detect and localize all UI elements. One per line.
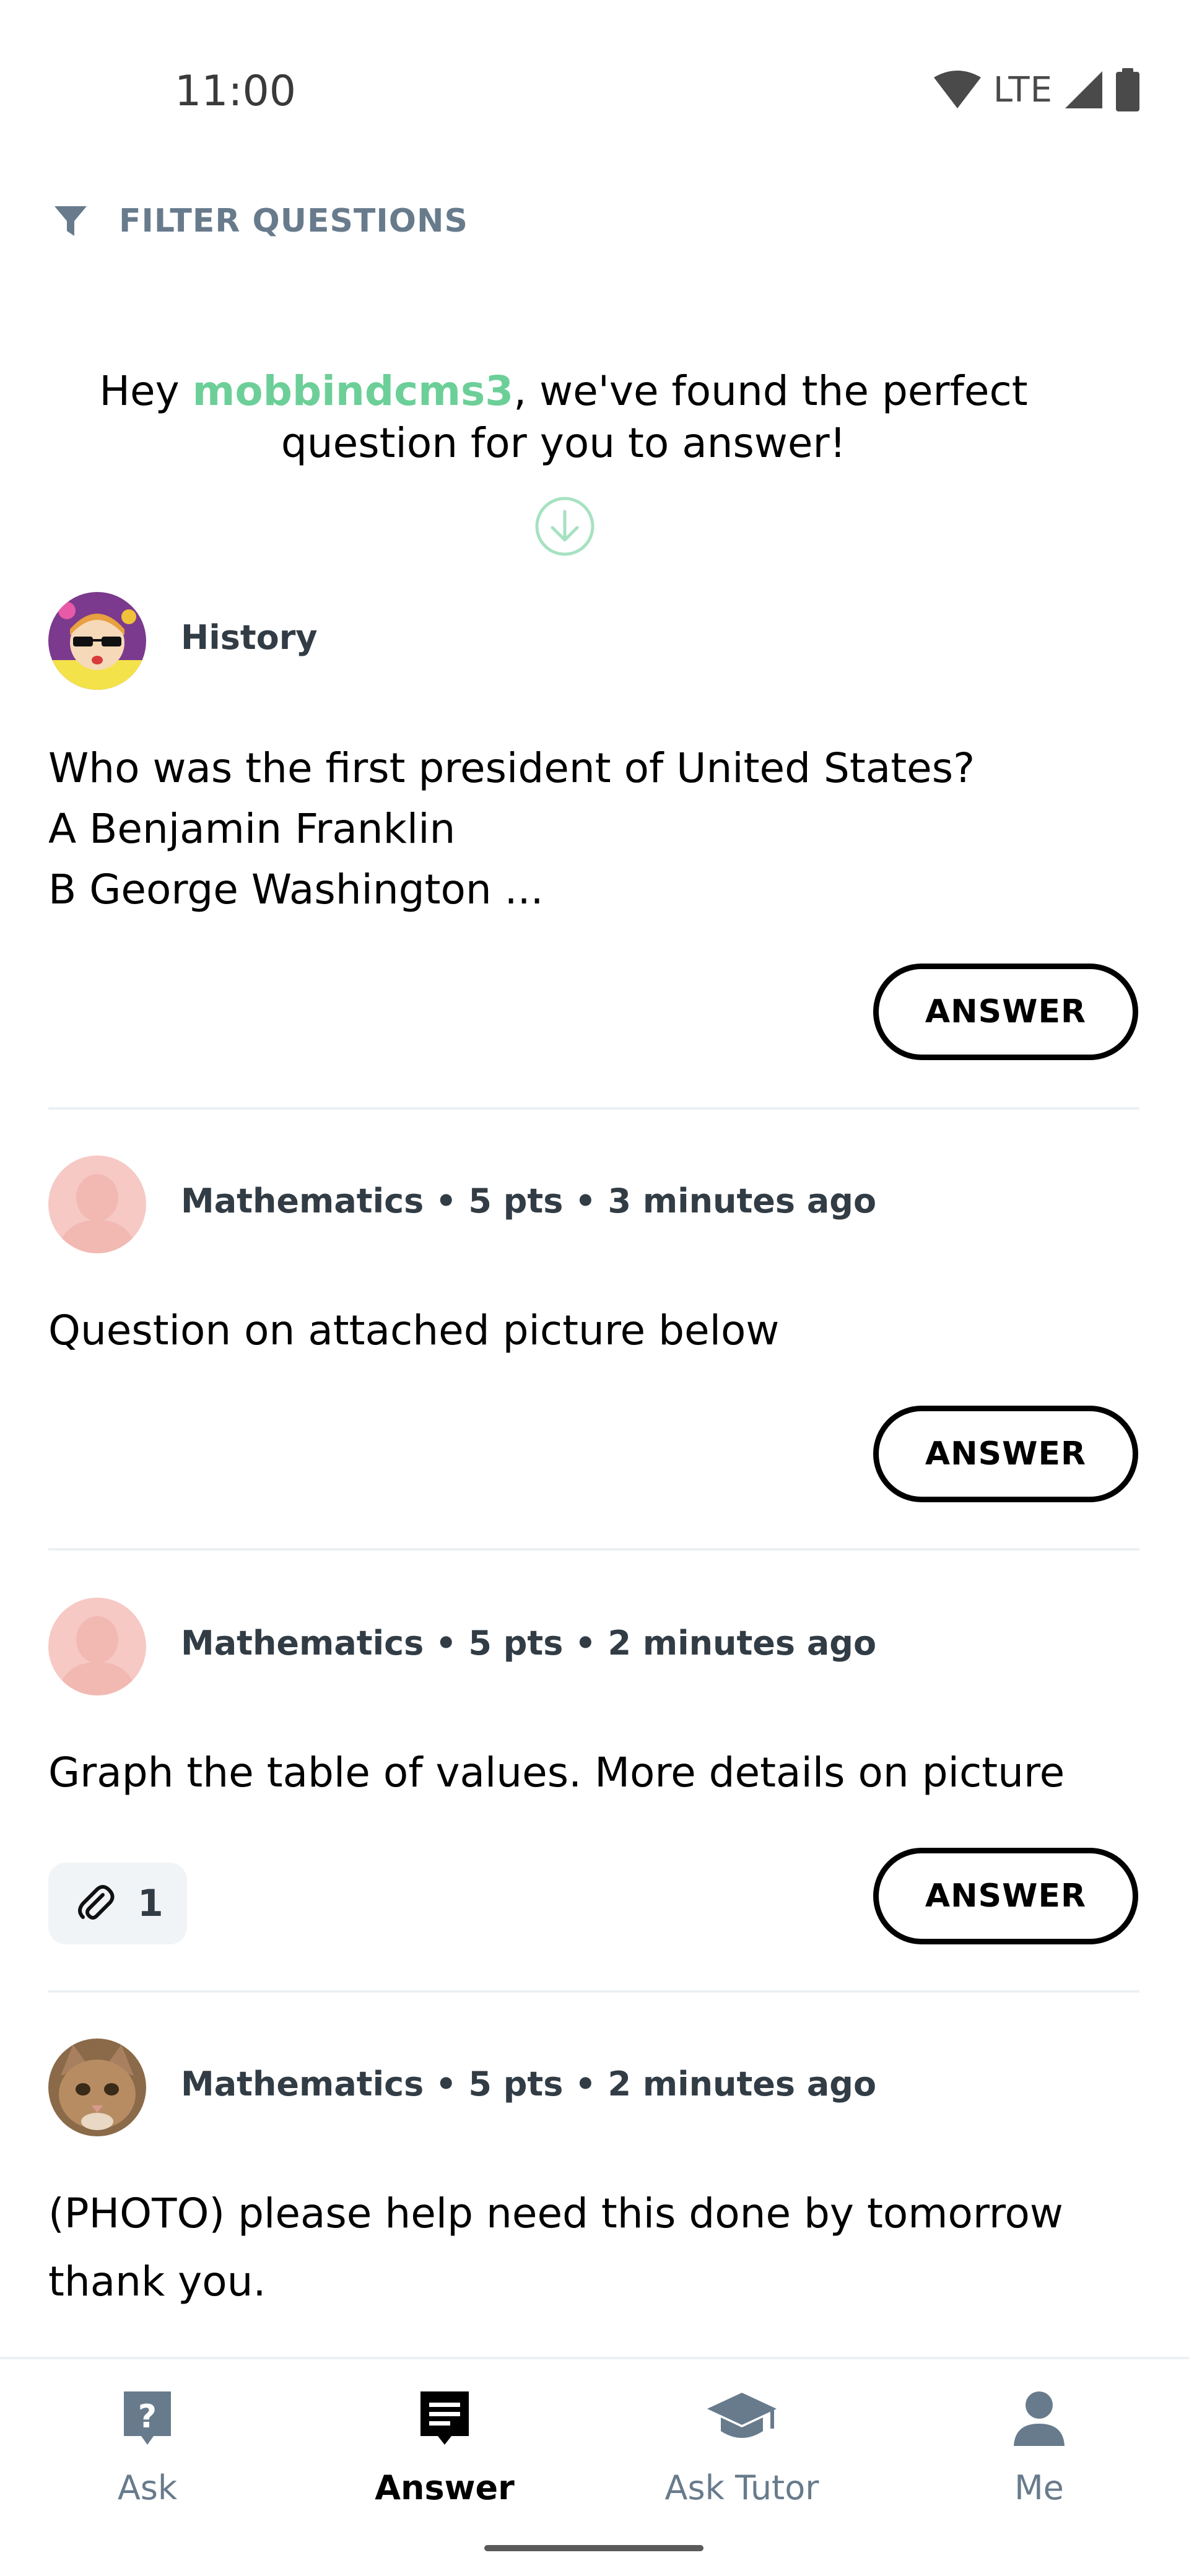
status-bar: 11:00 LTE [0,0,1189,124]
username: mobbindcms3 [192,367,514,415]
question-line: Graph the table of values. More details … [48,1749,1065,1796]
divider [48,1548,1139,1551]
intro-message: Hey mobbindcms3, we've found the perfect… [62,365,1065,469]
question-line: (PHOTO) please help need this done by to… [48,2190,1063,2237]
nav-item-me[interactable]: Me [915,2384,1163,2507]
avatar [48,1598,146,1695]
filter-questions-button[interactable]: FILTER QUESTIONS [53,199,468,243]
answer-button[interactable]: ANSWER [873,1406,1138,1502]
network-type: LTE [993,69,1053,110]
filter-label: FILTER QUESTIONS [119,202,468,240]
question-line: B George Washington ... [48,866,544,913]
intro-prefix: Hey [99,367,193,415]
question-meta: Mathematics • 5 pts • 2 minutes ago [181,1624,877,1663]
nav-label: Answer [375,2468,515,2507]
question-icon: ? [124,2391,171,2445]
question-meta: Mathematics • 5 pts • 3 minutes ago [181,1181,877,1221]
nav-item-answer[interactable]: Answer [321,2384,568,2507]
attachment-count: 1 [137,1882,163,1925]
question-text: Graph the table of values. More details … [48,1743,1138,1803]
divider [48,1990,1139,1993]
question-text: Question on attached picture below [48,1300,1138,1361]
battery-icon [1116,68,1139,111]
cartoon-avatar-icon [48,592,146,690]
avatar [48,592,146,690]
signal-icon [1065,71,1102,108]
question-subject: History [181,618,318,657]
cat-avatar-icon [48,2039,146,2136]
question-meta: Mathematics • 5 pts • 2 minutes ago [181,2065,877,2104]
home-indicator [484,2545,703,2551]
nav-item-ask[interactable]: ? Ask [24,2384,271,2507]
question-line: Who was the first president of United St… [48,744,975,792]
question-line: thank you. [48,2258,266,2305]
status-icons: LTE [933,68,1141,111]
paperclip-icon [78,1885,115,1920]
answer-button[interactable]: ANSWER [873,964,1138,1060]
divider [48,1107,1139,1110]
attachment-count-chip[interactable]: 1 [48,1863,187,1944]
question-text: Who was the first president of United St… [48,738,1138,920]
arrow-down-circle-icon [535,497,594,556]
bottom-nav: ? Ask Answer Ask Tutor Me [0,2357,1189,2576]
nav-label: Ask Tutor [664,2468,819,2507]
question-text: (PHOTO) please help need this done by to… [48,2180,1138,2316]
wifi-icon [933,71,981,108]
nav-label: Ask [117,2468,178,2507]
nav-item-ask-tutor[interactable]: Ask Tutor [618,2384,866,2507]
nav-label: Me [1014,2468,1064,2507]
filter-icon [54,206,87,236]
graduation-cap-icon [707,2393,777,2438]
avatar [48,2039,146,2136]
answer-icon [420,2391,469,2445]
question-line: Question on attached picture below [48,1307,780,1354]
status-time: 11:00 [175,67,296,116]
avatar [48,1155,146,1253]
answer-button[interactable]: ANSWER [873,1848,1138,1944]
person-icon [1014,2391,1065,2446]
default-avatar-icon [48,1598,146,1695]
default-avatar-icon [48,1155,146,1253]
question-line: A Benjamin Franklin [48,805,456,853]
svg-text:?: ? [138,2398,157,2435]
